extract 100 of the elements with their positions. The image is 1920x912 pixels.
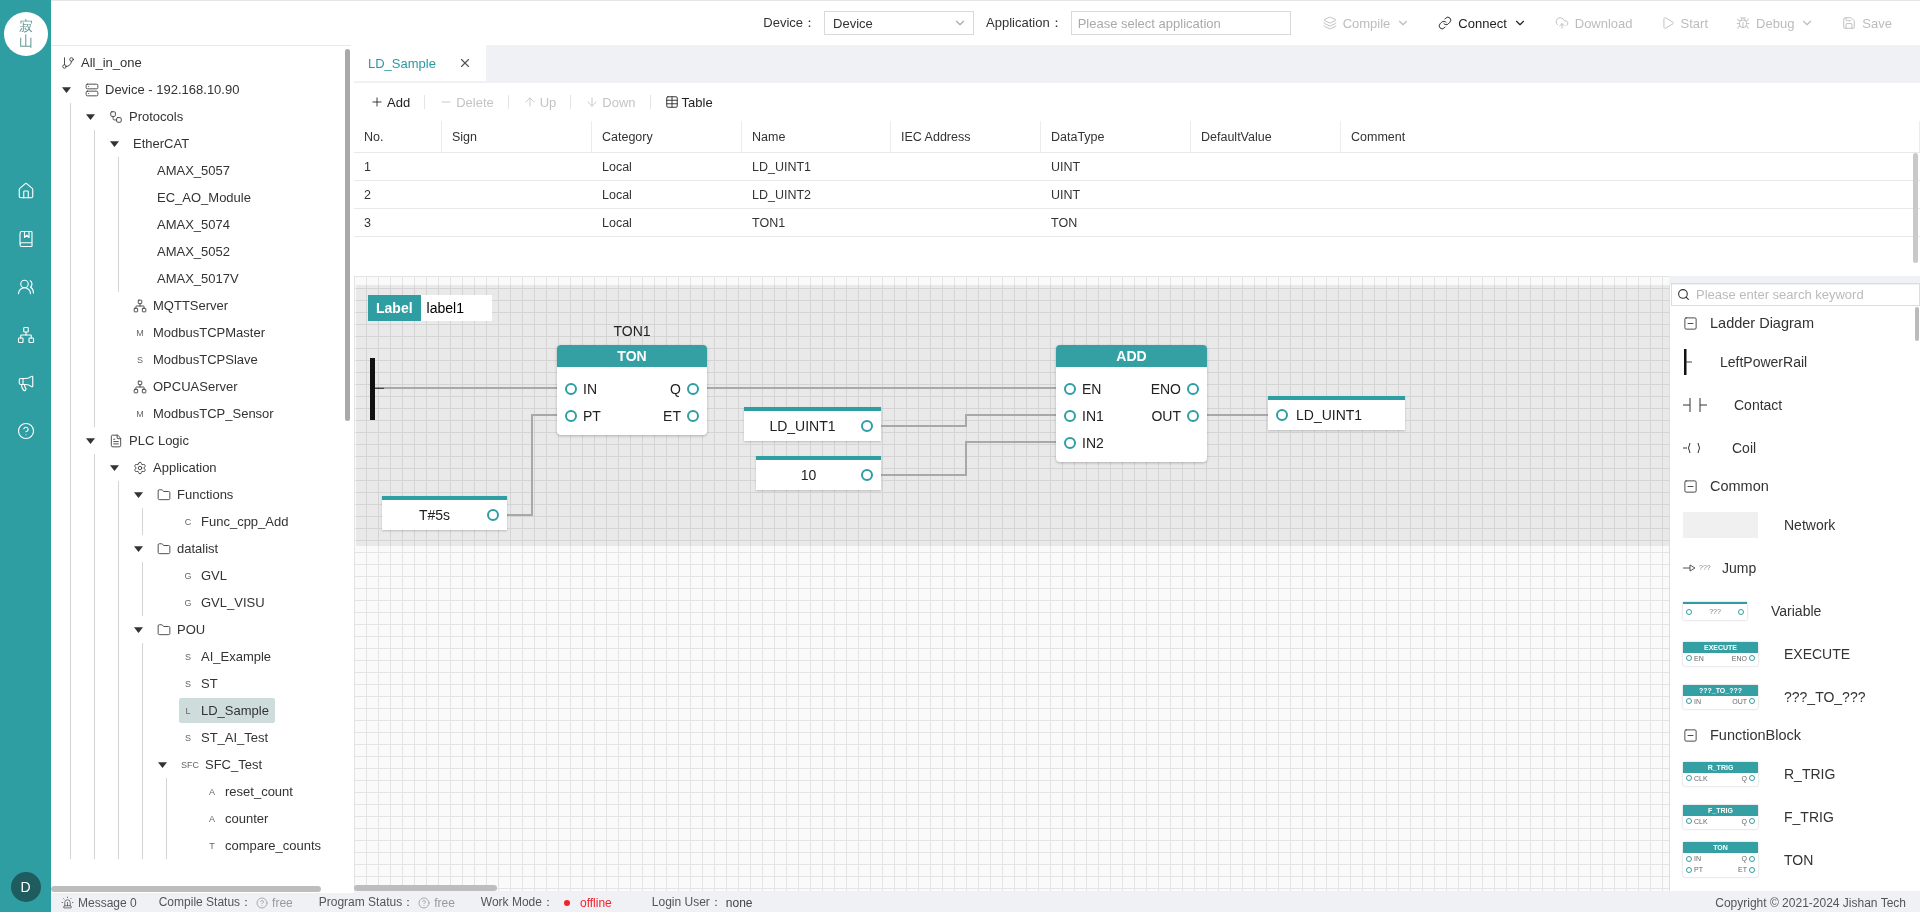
tree-item[interactable]: EC_AO_Module bbox=[155, 185, 257, 210]
search-icon bbox=[1677, 288, 1690, 301]
tree-item[interactable]: A reset_count bbox=[203, 779, 299, 804]
caret-icon[interactable] bbox=[134, 544, 143, 553]
pin-icon[interactable] bbox=[1064, 382, 1076, 395]
tree-item[interactable]: A counter bbox=[203, 806, 275, 831]
pin-icon[interactable] bbox=[565, 409, 577, 422]
pin-icon[interactable] bbox=[1064, 436, 1076, 449]
tree-item[interactable]: datalist bbox=[155, 536, 225, 561]
column-header[interactable]: No. bbox=[354, 121, 442, 152]
search-field[interactable]: Please enter search keyword bbox=[1671, 283, 1920, 306]
variable-block[interactable]: T#5s bbox=[382, 496, 507, 530]
home-icon[interactable] bbox=[16, 182, 35, 200]
application-field[interactable]: Please select application bbox=[1070, 11, 1291, 35]
caret-icon[interactable] bbox=[134, 625, 143, 634]
palette-item-label[interactable]: Network bbox=[1784, 516, 1836, 533]
tree-item[interactable]: OPCUAServer bbox=[131, 374, 244, 399]
tree-item[interactable]: S AI_Example bbox=[179, 644, 278, 669]
tree-item[interactable]: C Func_cpp_Add bbox=[179, 509, 295, 534]
connect-button[interactable]: Connect bbox=[1424, 15, 1541, 31]
type-letter: S bbox=[184, 678, 192, 689]
tree-item[interactable]: M ModbusTCPMaster bbox=[131, 320, 271, 345]
tree-item[interactable]: MQTTServer bbox=[131, 293, 235, 318]
tree-item[interactable]: AMAX_5074 bbox=[155, 212, 236, 237]
caret-icon[interactable] bbox=[110, 463, 119, 472]
tree-item[interactable]: POU bbox=[155, 617, 212, 642]
device-label: Device： bbox=[763, 14, 817, 32]
book-icon[interactable] bbox=[16, 230, 35, 248]
pin-icon[interactable] bbox=[487, 509, 499, 521]
function-block[interactable]: ADD EN ENO IN1 OUT IN2 bbox=[1056, 345, 1207, 462]
palette-item-label[interactable]: R_TRIG bbox=[1784, 765, 1836, 782]
tree-item[interactable]: Application bbox=[131, 455, 223, 480]
function-block[interactable]: TON IN Q PT ET bbox=[557, 345, 707, 435]
tree-item[interactable]: S ModbusTCPSlave bbox=[131, 347, 264, 372]
pin-icon[interactable] bbox=[861, 420, 873, 432]
tree-item[interactable]: AMAX_5057 bbox=[155, 158, 236, 183]
collapse-icon[interactable] bbox=[1683, 727, 1698, 743]
users-icon[interactable] bbox=[16, 278, 35, 296]
tree-item[interactable]: S ST bbox=[179, 671, 224, 696]
variable-block[interactable]: LD_UINT1 bbox=[1268, 396, 1405, 430]
column-header[interactable]: Category bbox=[592, 121, 742, 152]
help-icon[interactable] bbox=[16, 422, 35, 440]
tree-item[interactable]: T compare_counts bbox=[203, 833, 328, 858]
palette-item-label[interactable]: TON bbox=[1784, 851, 1814, 868]
tree-item[interactable]: Protocols bbox=[107, 104, 190, 129]
variable-block[interactable]: 10 bbox=[756, 456, 881, 490]
pin-icon[interactable] bbox=[1187, 409, 1199, 422]
tree-item[interactable]: Device - 192.168.10.90 bbox=[83, 77, 246, 102]
tree-item[interactable]: All_in_one bbox=[59, 50, 148, 75]
network-icon[interactable] bbox=[16, 326, 35, 344]
caret-icon[interactable] bbox=[62, 85, 71, 94]
pin-icon[interactable] bbox=[687, 409, 699, 422]
column-header[interactable]: IEC Address bbox=[891, 121, 1041, 152]
column-header[interactable]: Name bbox=[742, 121, 891, 152]
column-header[interactable]: DefaultValue bbox=[1191, 121, 1341, 152]
caret-icon[interactable] bbox=[86, 436, 95, 445]
tree-item[interactable]: G GVL_VISU bbox=[179, 590, 271, 615]
pin-icon[interactable] bbox=[861, 469, 873, 481]
column-header[interactable]: DataType bbox=[1041, 121, 1191, 152]
pin-icon[interactable] bbox=[687, 382, 699, 395]
caret-icon[interactable] bbox=[134, 490, 143, 499]
add-button[interactable]: Add bbox=[362, 94, 419, 110]
collapse-icon[interactable] bbox=[1683, 315, 1698, 331]
palette-item-label[interactable]: ???_TO_??? bbox=[1784, 688, 1866, 705]
megaphone-icon[interactable] bbox=[16, 374, 35, 392]
caret-icon[interactable] bbox=[110, 139, 119, 148]
pin-icon[interactable] bbox=[565, 382, 577, 395]
palette-item-label[interactable]: EXECUTE bbox=[1784, 645, 1851, 662]
palette-item-label[interactable]: Variable bbox=[1771, 602, 1822, 619]
table-view-button[interactable]: Table bbox=[656, 94, 721, 110]
pin-icon bbox=[1686, 775, 1692, 781]
tree-item[interactable]: AMAX_5017V bbox=[155, 266, 245, 291]
close-icon[interactable] bbox=[458, 56, 472, 70]
user-avatar[interactable]: D bbox=[10, 872, 41, 902]
palette-item-label[interactable]: Jump bbox=[1722, 559, 1757, 576]
tree-item[interactable]: M ModbusTCP_Sensor bbox=[131, 401, 280, 426]
palette-item-label[interactable]: LeftPowerRail bbox=[1720, 353, 1808, 370]
variable-block[interactable]: LD_UINT1 bbox=[744, 407, 881, 441]
type-letter: M bbox=[135, 327, 145, 338]
column-header[interactable]: Comment bbox=[1341, 121, 1920, 152]
caret-icon[interactable] bbox=[86, 112, 95, 121]
tree-item[interactable]: G GVL bbox=[179, 563, 233, 588]
tree-item[interactable]: S ST_AI_Test bbox=[179, 725, 275, 750]
pin-icon[interactable] bbox=[1276, 409, 1288, 421]
caret-icon[interactable] bbox=[158, 760, 167, 769]
tree-item[interactable]: SFC SFC_Test bbox=[179, 752, 269, 777]
device-select[interactable]: Device bbox=[824, 11, 975, 35]
collapse-icon[interactable] bbox=[1683, 478, 1698, 494]
pin-icon[interactable] bbox=[1187, 382, 1199, 395]
tab[interactable]: LD_Sample bbox=[354, 45, 486, 81]
pin-icon[interactable] bbox=[1064, 409, 1076, 422]
tree-item[interactable]: EtherCAT bbox=[131, 131, 196, 156]
tree-item[interactable]: L LD_Sample bbox=[179, 698, 275, 723]
palette-item-label[interactable]: Contact bbox=[1734, 396, 1783, 413]
tree-item[interactable]: AMAX_5052 bbox=[155, 239, 236, 264]
palette-item-label[interactable]: Coil bbox=[1732, 439, 1757, 456]
palette-item-label[interactable]: F_TRIG bbox=[1784, 808, 1834, 825]
tree-item[interactable]: PLC Logic bbox=[107, 428, 195, 453]
column-header[interactable]: Sign bbox=[442, 121, 592, 152]
tree-item[interactable]: Functions bbox=[155, 482, 240, 507]
